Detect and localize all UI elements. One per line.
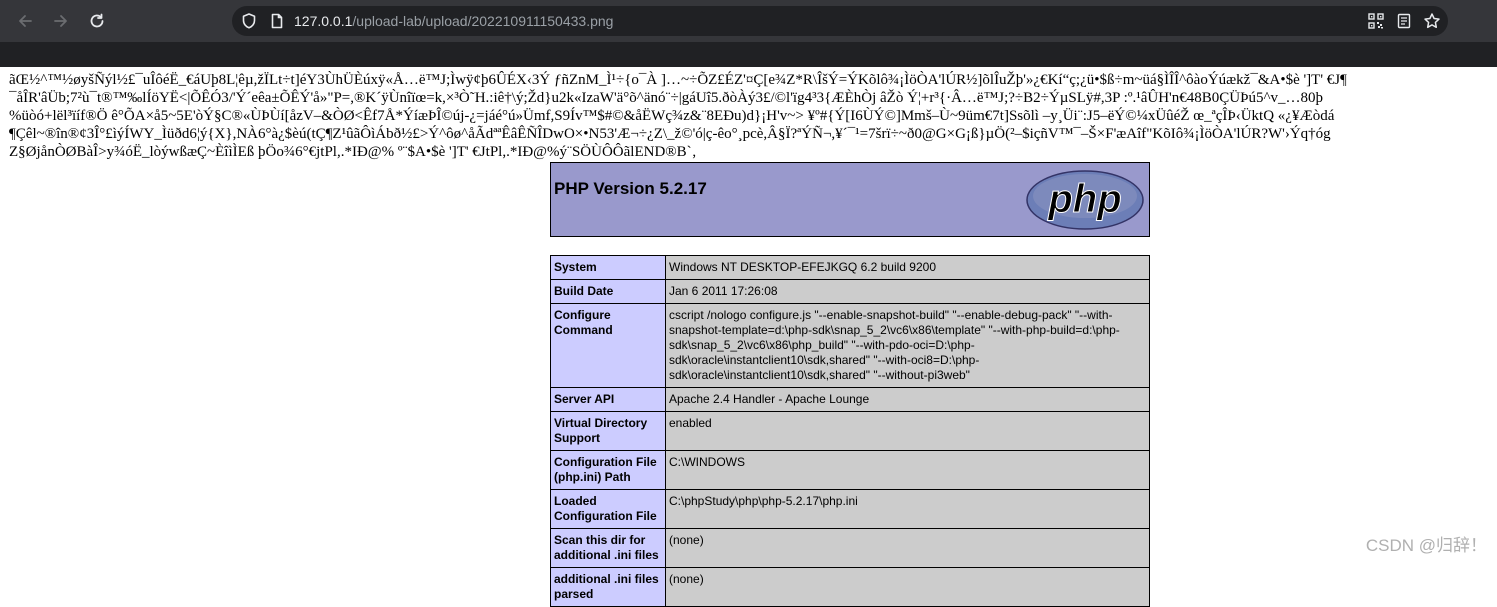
arrow-right-icon — [54, 15, 67, 27]
binary-line: ¯åÎR'âÜb;7²ù¯t®™‰lÍöYË<|ÕÊÓ3/'Ý´eêa±ÕÊÝ'… — [9, 90, 1323, 106]
row-value: Windows NT DESKTOP-EFEJKGQ 6.2 build 920… — [665, 255, 1150, 280]
reader-mode-icon — [1397, 13, 1411, 29]
row-label: additional .ini files parsed — [550, 567, 666, 607]
bookmark-button[interactable] — [1417, 6, 1447, 36]
arrow-left-icon — [19, 15, 32, 27]
row-label: Loaded Configuration File — [550, 489, 666, 529]
forward-button[interactable] — [46, 6, 76, 36]
binary-line: %üòó+lël³ïíf®Ö ê°ÕA×å5~5E'òÝ§C®«ÙÞÙí[åzV… — [9, 108, 1335, 124]
binary-line: Z§ØjånÒØBàÎ>y¾óË_lòýwßæÇ~ÈîìÌEß þÖo¾6°€j… — [9, 144, 697, 160]
svg-text:php: php — [1047, 177, 1121, 221]
row-label: Virtual Directory Support — [550, 411, 666, 451]
row-label: Configuration File (php.ini) Path — [550, 450, 666, 490]
table-row: Virtual Directory Support enabled — [550, 411, 1150, 451]
php-logo-icon: php — [1026, 170, 1144, 230]
reader-mode-button[interactable] — [1389, 6, 1419, 36]
table-row: Build Date Jan 6 2011 17:26:08 — [550, 279, 1150, 304]
table-row: Scan this dir for additional .ini files … — [550, 528, 1150, 568]
table-row: Configure Command cscript /nologo config… — [550, 303, 1150, 388]
table-row: additional .ini files parsed (none) — [550, 567, 1150, 607]
qr-code-button[interactable] — [1361, 6, 1391, 36]
row-value: cscript /nologo configure.js "--enable-s… — [665, 303, 1150, 388]
table-row: System Windows NT DESKTOP-EFEJKGQ 6.2 bu… — [550, 255, 1150, 280]
url-host: 127.0.0.1 — [294, 13, 353, 29]
phpinfo-panel: PHP Version 5.2.17 php System Windows NT… — [550, 162, 1150, 607]
row-label: Configure Command — [550, 303, 666, 388]
table-row: Server API Apache 2.4 Handler - Apache L… — [550, 387, 1150, 412]
row-label: Scan this dir for additional .ini files — [550, 528, 666, 568]
raw-binary-text: ãŒ½^™½øyšÑýl½£¯uÎôéË_€áUþ8L¦êµ,žÏLt÷t]éY… — [9, 67, 1497, 161]
reload-button[interactable] — [82, 6, 112, 36]
star-icon — [1424, 13, 1440, 29]
row-value: Apache 2.4 Handler - Apache Lounge — [665, 387, 1150, 412]
back-button[interactable] — [10, 6, 40, 36]
site-info-icon[interactable] — [240, 12, 258, 30]
url-path: /upload-lab/upload/202210911150433.png — [352, 13, 614, 29]
row-label: Server API — [550, 387, 666, 412]
browser-chrome: 127.0.0.1/upload-lab/upload/202210911150… — [0, 0, 1497, 67]
row-label: System — [550, 255, 666, 280]
page-icon — [271, 13, 283, 29]
qr-code-icon — [1368, 13, 1384, 29]
row-value: C:\WINDOWS — [665, 450, 1150, 490]
binary-line: ¶Çêl~®în®¢3Î°£ìýÍWY_Ìüðd6¦ý{X},NÀ6°à¿$èú… — [9, 126, 1331, 142]
csdn-watermark: CSDN @归辞！ — [1365, 536, 1487, 555]
phpinfo-header: PHP Version 5.2.17 php — [550, 162, 1150, 237]
reload-icon — [90, 13, 104, 28]
url-text[interactable]: 127.0.0.1/upload-lab/upload/202210911150… — [294, 12, 613, 30]
address-bar[interactable]: 127.0.0.1/upload-lab/upload/202210911150… — [232, 6, 1448, 36]
row-value: (none) — [665, 567, 1150, 607]
row-value: enabled — [665, 411, 1150, 451]
binary-line: ãŒ½^™½øyšÑýl½£¯uÎôéË_€áUþ8L¦êµ,žÏLt÷t]éY… — [9, 72, 1347, 88]
browser-toolbar: 127.0.0.1/upload-lab/upload/202210911150… — [0, 0, 1497, 42]
row-value: C:\phpStudy\php\php-5.2.17\php.ini — [665, 489, 1150, 529]
php-version-title: PHP Version 5.2.17 — [554, 179, 707, 198]
table-row: Loaded Configuration File C:\phpStudy\ph… — [550, 489, 1150, 529]
phpinfo-table: System Windows NT DESKTOP-EFEJKGQ 6.2 bu… — [550, 255, 1150, 607]
table-row: Configuration File (php.ini) Path C:\WIN… — [550, 450, 1150, 490]
row-label: Build Date — [550, 279, 666, 304]
row-value: Jan 6 2011 17:26:08 — [665, 279, 1150, 304]
row-value: (none) — [665, 528, 1150, 568]
